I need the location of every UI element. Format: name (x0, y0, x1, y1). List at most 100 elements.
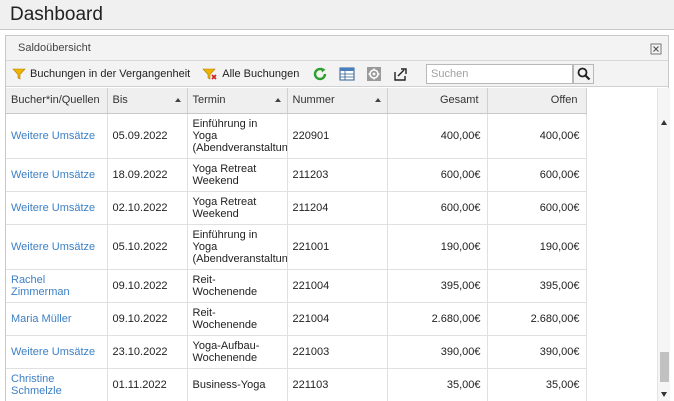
gesamt-cell: 35,00€ (387, 368, 488, 401)
bucher-cell[interactable]: Weitere Umsätze (6, 113, 108, 159)
filter-clear-icon (202, 68, 217, 80)
termin-cell: Business-Yoga (187, 368, 288, 401)
app: Dashboard Saldoübersicht Buchungen in de… (0, 0, 674, 401)
refresh-icon[interactable] (311, 65, 329, 83)
gesamt-cell: 600,00€ (387, 191, 488, 225)
table-view-icon[interactable] (338, 65, 356, 83)
nummer-cell: 221103 (287, 368, 388, 401)
termin-cell: Reit- Wochenende (187, 269, 288, 303)
bucher-cell[interactable]: Maria Müller (6, 302, 108, 336)
gesamt-cell: 190,00€ (387, 224, 488, 270)
bis-cell: 09.10.2022 (107, 269, 188, 303)
bucher-link[interactable]: Christine Schmelzle (11, 373, 62, 397)
bucher-cell[interactable]: Rachel Zimmerman (6, 269, 108, 303)
bucher-link[interactable]: Weitere Umsätze (11, 202, 95, 214)
table-row[interactable]: Weitere Umsätze 23.10.2022 Yoga-Aufbau- … (6, 335, 587, 369)
bucher-link[interactable]: Rachel Zimmerman (11, 274, 70, 298)
termin-cell: Einführung in Yoga (Abendveranstaltung) (187, 224, 288, 270)
gesamt-cell: 395,00€ (387, 269, 488, 303)
search-input[interactable] (426, 64, 573, 84)
filter-icon (12, 68, 26, 79)
offen-cell: 600,00€ (487, 158, 587, 192)
scrollbar-thumb[interactable] (660, 352, 669, 382)
widget-title: Saldoübersicht (18, 42, 91, 54)
search-button[interactable] (573, 64, 594, 84)
table-row[interactable]: Christine Schmelzle 01.11.2022 Business-… (6, 368, 587, 401)
scroll-down-arrow-icon[interactable] (661, 392, 667, 397)
table-header-row: Bucher*in/Quellen Bis Termin Nummer Gesa… (6, 88, 587, 114)
vertical-scrollbar[interactable] (657, 88, 670, 401)
column-header-gesamt[interactable]: Gesamt (387, 88, 488, 114)
page-header: Dashboard (0, 0, 674, 30)
column-header-offen[interactable]: Offen (487, 88, 587, 114)
bucher-cell[interactable]: Weitere Umsätze (6, 191, 108, 225)
offen-cell: 35,00€ (487, 368, 587, 401)
balance-overview-widget: Saldoübersicht Buchungen in der Vergange… (5, 35, 670, 401)
bucher-cell[interactable]: Weitere Umsätze (6, 158, 108, 192)
bis-cell: 23.10.2022 (107, 335, 188, 369)
nummer-cell: 220901 (287, 113, 388, 159)
nummer-cell: 221004 (287, 302, 388, 336)
offen-cell: 390,00€ (487, 335, 587, 369)
bis-cell: 05.09.2022 (107, 113, 188, 159)
past-bookings-label: Buchungen in der Vergangenheit (30, 67, 191, 80)
toolbar: Buchungen in der Vergangenheit Alle Buch… (6, 61, 668, 87)
gesamt-cell: 390,00€ (387, 335, 488, 369)
bucher-link[interactable]: Weitere Umsätze (11, 241, 95, 253)
offen-cell: 400,00€ (487, 113, 587, 159)
bucher-link[interactable]: Weitere Umsätze (11, 130, 95, 142)
termin-cell: Reit- Wochenende (187, 302, 288, 336)
table-row[interactable]: Weitere Umsätze 05.10.2022 Einführung in… (6, 224, 587, 270)
bucher-link[interactable]: Maria Müller (11, 313, 72, 325)
sort-asc-icon (174, 98, 181, 102)
sort-asc-icon (374, 98, 381, 102)
bucher-link[interactable]: Weitere Umsätze (11, 169, 95, 181)
termin-cell: Einführung in Yoga (Abendveranstaltung) (187, 113, 288, 159)
table-row[interactable]: Weitere Umsätze 18.09.2022 Yoga Retreat … (6, 158, 587, 192)
offen-cell: 190,00€ (487, 224, 587, 270)
bucher-link[interactable]: Weitere Umsätze (11, 346, 95, 358)
page-title: Dashboard (10, 3, 103, 25)
all-bookings-label: Alle Buchungen (222, 67, 300, 80)
column-header-bucher[interactable]: Bucher*in/Quellen (6, 88, 108, 114)
bookings-grid: Bucher*in/Quellen Bis Termin Nummer Gesa… (6, 88, 670, 401)
bis-cell: 05.10.2022 (107, 224, 188, 270)
nummer-cell: 211203 (287, 158, 388, 192)
past-bookings-filter-button[interactable]: Buchungen in der Vergangenheit (12, 67, 190, 81)
nummer-cell: 221001 (287, 224, 388, 270)
column-header-termin[interactable]: Termin (187, 88, 288, 114)
column-header-bis[interactable]: Bis (107, 88, 188, 114)
column-header-nummer[interactable]: Nummer (287, 88, 388, 114)
table-row[interactable]: Maria Müller 09.10.2022 Reit- Wochenende… (6, 302, 587, 336)
sort-asc-icon (274, 98, 281, 102)
gesamt-cell: 400,00€ (387, 113, 488, 159)
bucher-cell[interactable]: Weitere Umsätze (6, 335, 108, 369)
bucher-cell[interactable]: Weitere Umsätze (6, 224, 108, 270)
bookings-table: Bucher*in/Quellen Bis Termin Nummer Gesa… (6, 88, 587, 401)
gesamt-cell: 600,00€ (387, 158, 488, 192)
offen-cell: 2.680,00€ (487, 302, 587, 336)
bucher-cell[interactable]: Christine Schmelzle (6, 368, 108, 401)
table-row[interactable]: Weitere Umsätze 02.10.2022 Yoga Retreat … (6, 191, 587, 225)
offen-cell: 395,00€ (487, 269, 587, 303)
offen-cell: 600,00€ (487, 191, 587, 225)
settings-icon[interactable] (365, 65, 383, 83)
close-icon[interactable] (650, 42, 662, 55)
scroll-up-arrow-icon[interactable] (661, 120, 667, 125)
search-icon (577, 67, 590, 81)
termin-cell: Yoga Retreat Weekend (187, 158, 288, 192)
nummer-cell: 221003 (287, 335, 388, 369)
nummer-cell: 221004 (287, 269, 388, 303)
bis-cell: 09.10.2022 (107, 302, 188, 336)
all-bookings-button[interactable]: Alle Buchungen (202, 67, 299, 81)
export-icon[interactable] (392, 65, 410, 83)
widget-header: Saldoübersicht (6, 36, 668, 61)
termin-cell: Yoga Retreat Weekend (187, 191, 288, 225)
table-row[interactable]: Rachel Zimmerman 09.10.2022 Reit- Wochen… (6, 269, 587, 303)
bis-cell: 01.11.2022 (107, 368, 188, 401)
gesamt-cell: 2.680,00€ (387, 302, 488, 336)
nummer-cell: 211204 (287, 191, 388, 225)
table-row[interactable]: Weitere Umsätze 05.09.2022 Einführung in… (6, 113, 587, 159)
bis-cell: 02.10.2022 (107, 191, 188, 225)
bis-cell: 18.09.2022 (107, 158, 188, 192)
